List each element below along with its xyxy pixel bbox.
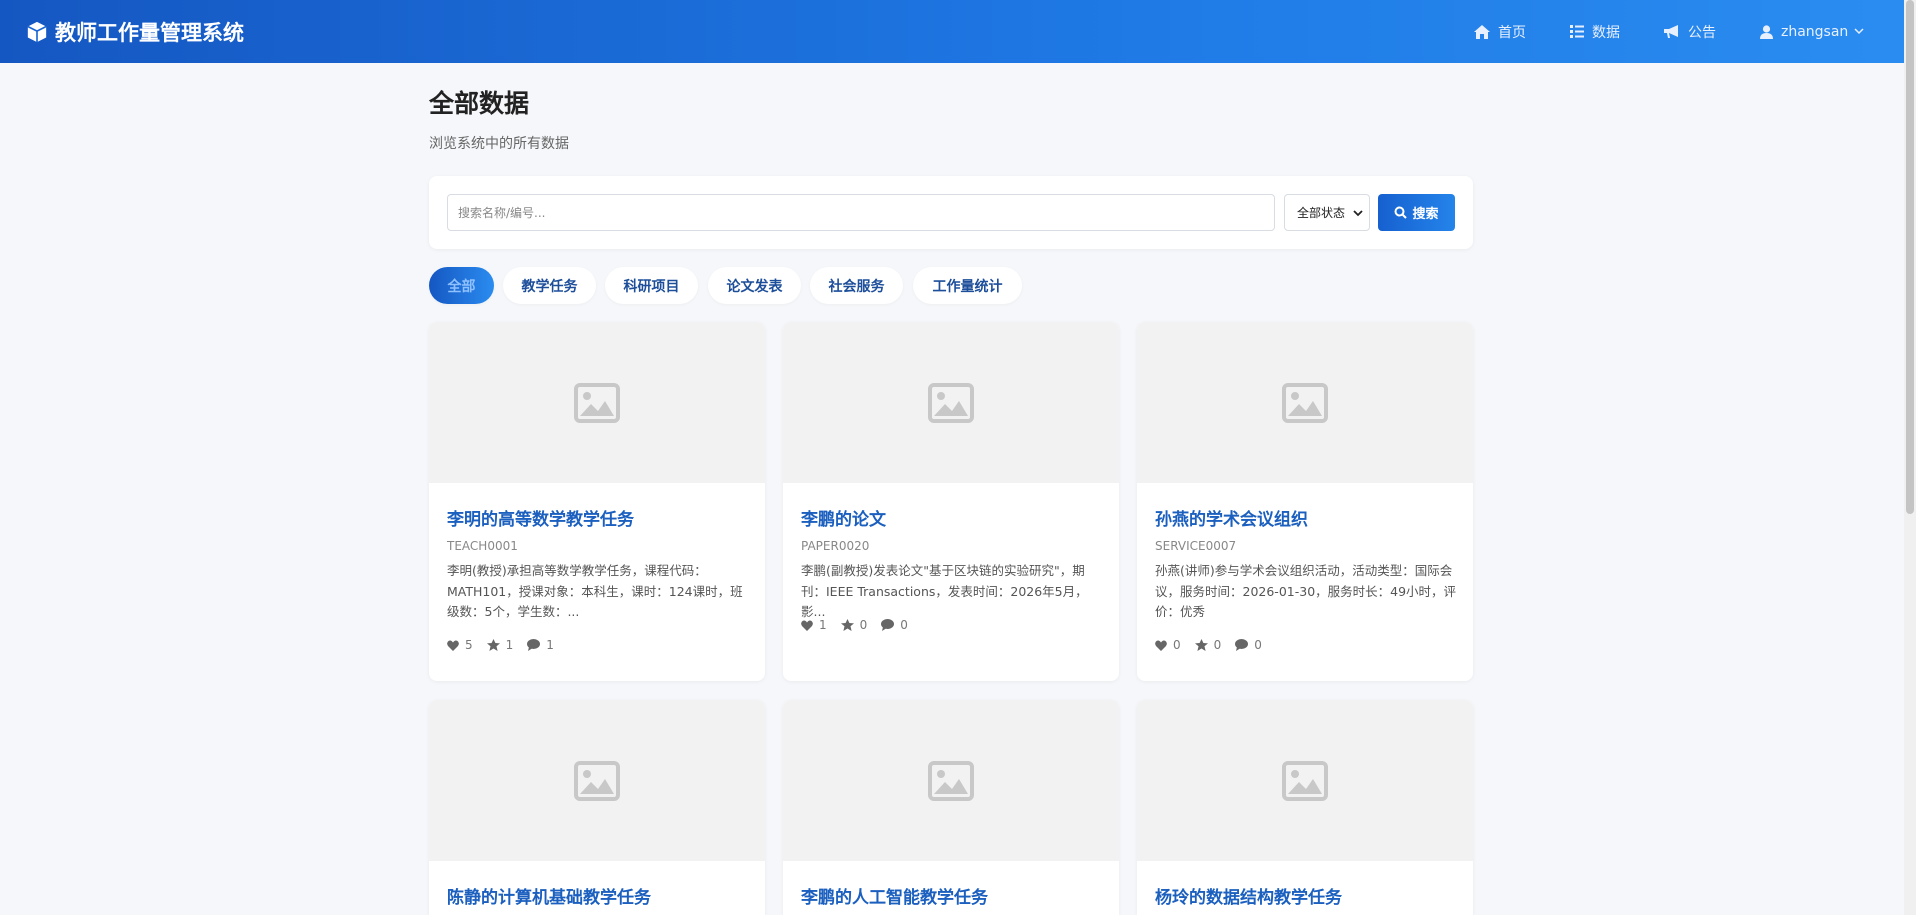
card-stats: 1 0 0 bbox=[801, 618, 922, 632]
card-code: SERVICE0007 bbox=[1155, 539, 1237, 553]
data-card[interactable]: 杨玲的数据结构教学任务 bbox=[1137, 700, 1473, 915]
user-menu[interactable]: zhangsan bbox=[1760, 0, 1872, 63]
like-count: 5 bbox=[465, 638, 473, 652]
nav-home[interactable]: 首页 bbox=[1474, 0, 1526, 63]
tab-teaching[interactable]: 教学任务 bbox=[503, 267, 596, 304]
search-input[interactable]: 搜索名称/编号... bbox=[447, 194, 1275, 231]
image-icon bbox=[928, 382, 974, 423]
star-icon bbox=[840, 619, 854, 631]
comment-icon bbox=[527, 639, 541, 651]
tab-papers[interactable]: 论文发表 bbox=[708, 267, 801, 304]
like-stat[interactable]: 0 bbox=[1155, 638, 1181, 652]
bullhorn-icon bbox=[1664, 24, 1678, 38]
card-code: TEACH0001 bbox=[447, 539, 518, 553]
comment-stat[interactable]: 0 bbox=[881, 618, 908, 632]
card-description: 孙燕(讲师)参与学术会议组织活动，活动类型：国际会议，服务时间：2026-01-… bbox=[1155, 563, 1457, 619]
image-icon bbox=[574, 382, 620, 423]
data-card[interactable]: 李明的高等数学教学任务 TEACH0001 李明(教授)承担高等数学教学任务，课… bbox=[429, 322, 765, 681]
comment-count: 0 bbox=[1254, 638, 1262, 652]
nav-notice-label: 公告 bbox=[1688, 24, 1716, 41]
data-card[interactable]: 李鹏的论文 PAPER0020 李鹏(副教授)发表论文"基于区块链的实验研究"，… bbox=[783, 322, 1119, 681]
image-icon bbox=[574, 760, 620, 801]
data-card[interactable]: 李鹏的人工智能教学任务 bbox=[783, 700, 1119, 915]
card-title[interactable]: 李鹏的人工智能教学任务 bbox=[801, 883, 988, 908]
card-image-placeholder bbox=[429, 322, 765, 483]
nav-notice[interactable]: 公告 bbox=[1664, 0, 1716, 63]
card-image-placeholder bbox=[429, 700, 765, 861]
tab-workload[interactable]: 工作量统计 bbox=[913, 267, 1022, 304]
image-icon bbox=[928, 760, 974, 801]
card-title[interactable]: 杨玲的数据结构教学任务 bbox=[1155, 883, 1342, 908]
page-subtitle: 浏览系统中的所有数据 bbox=[429, 136, 569, 152]
favorite-stat[interactable]: 0 bbox=[840, 618, 868, 632]
comment-icon bbox=[881, 619, 895, 631]
app-title: 教师工作量管理系统 bbox=[55, 20, 244, 45]
chevron-down-icon bbox=[1353, 210, 1363, 217]
tab-service[interactable]: 社会服务 bbox=[810, 267, 903, 304]
like-stat[interactable]: 5 bbox=[447, 638, 473, 652]
card-image-placeholder bbox=[783, 700, 1119, 861]
comment-count: 0 bbox=[900, 618, 908, 632]
nav-data[interactable]: 数据 bbox=[1570, 0, 1620, 63]
cube-icon bbox=[27, 21, 47, 42]
list-icon bbox=[1570, 25, 1584, 38]
search-button[interactable]: 搜索 bbox=[1378, 194, 1455, 231]
card-image-placeholder bbox=[1137, 700, 1473, 861]
card-stats: 5 1 1 bbox=[447, 638, 568, 652]
tab-research[interactable]: 科研项目 bbox=[605, 267, 698, 304]
card-description: 李明(教授)承担高等数学教学任务，课程代码：MATH101，授课对象：本科生，课… bbox=[447, 563, 743, 619]
star-icon bbox=[1194, 639, 1208, 651]
status-select[interactable]: 全部状态 bbox=[1284, 194, 1370, 231]
username: zhangsan bbox=[1781, 23, 1849, 40]
image-icon bbox=[1282, 760, 1328, 801]
home-icon bbox=[1474, 24, 1490, 39]
heart-icon bbox=[1155, 640, 1167, 651]
chevron-down-icon bbox=[1854, 28, 1864, 35]
heart-icon bbox=[447, 640, 459, 651]
card-image-placeholder bbox=[1137, 322, 1473, 483]
search-button-label: 搜索 bbox=[1412, 207, 1439, 222]
favorite-count: 1 bbox=[505, 638, 514, 652]
nav-home-label: 首页 bbox=[1498, 24, 1526, 41]
card-description: 李鹏(副教授)发表论文"基于区块链的实验研究"，期刊：IEEE Transact… bbox=[801, 563, 1088, 619]
image-icon bbox=[1282, 382, 1328, 423]
card-title[interactable]: 陈静的计算机基础教学任务 bbox=[447, 883, 651, 908]
comment-stat[interactable]: 0 bbox=[1235, 638, 1262, 652]
card-title[interactable]: 李明的高等数学教学任务 bbox=[447, 505, 634, 530]
like-stat[interactable]: 1 bbox=[801, 618, 827, 632]
card-title[interactable]: 李鹏的论文 bbox=[801, 505, 886, 530]
like-count: 0 bbox=[1173, 638, 1181, 652]
nav-data-label: 数据 bbox=[1592, 24, 1620, 41]
like-count: 1 bbox=[819, 618, 827, 632]
card-stats: 0 0 0 bbox=[1155, 638, 1276, 652]
favorite-stat[interactable]: 1 bbox=[486, 638, 514, 652]
tab-all[interactable]: 全部 bbox=[429, 267, 494, 304]
brand[interactable]: 教师工作量管理系统 bbox=[26, 0, 244, 63]
comment-count: 1 bbox=[546, 638, 554, 652]
scrollbar-thumb[interactable] bbox=[1906, 0, 1914, 514]
card-title[interactable]: 孙燕的学术会议组织 bbox=[1155, 505, 1308, 530]
user-icon bbox=[1760, 24, 1773, 39]
favorite-count: 0 bbox=[1213, 638, 1222, 652]
favorite-count: 0 bbox=[859, 618, 868, 632]
card-image-placeholder bbox=[783, 322, 1119, 483]
search-placeholder: 搜索名称/编号... bbox=[458, 206, 546, 220]
favorite-stat[interactable]: 0 bbox=[1194, 638, 1222, 652]
search-icon bbox=[1394, 206, 1408, 219]
data-card[interactable]: 陈静的计算机基础教学任务 bbox=[429, 700, 765, 915]
data-card[interactable]: 孙燕的学术会议组织 SERVICE0007 孙燕(讲师)参与学术会议组织活动，活… bbox=[1137, 322, 1473, 681]
card-code: PAPER0020 bbox=[801, 539, 870, 553]
page-title: 全部数据 bbox=[429, 89, 530, 118]
comment-icon bbox=[1235, 639, 1249, 651]
heart-icon bbox=[801, 620, 813, 631]
star-icon bbox=[486, 639, 500, 651]
comment-stat[interactable]: 1 bbox=[527, 638, 554, 652]
status-select-value: 全部状态 bbox=[1297, 206, 1346, 220]
